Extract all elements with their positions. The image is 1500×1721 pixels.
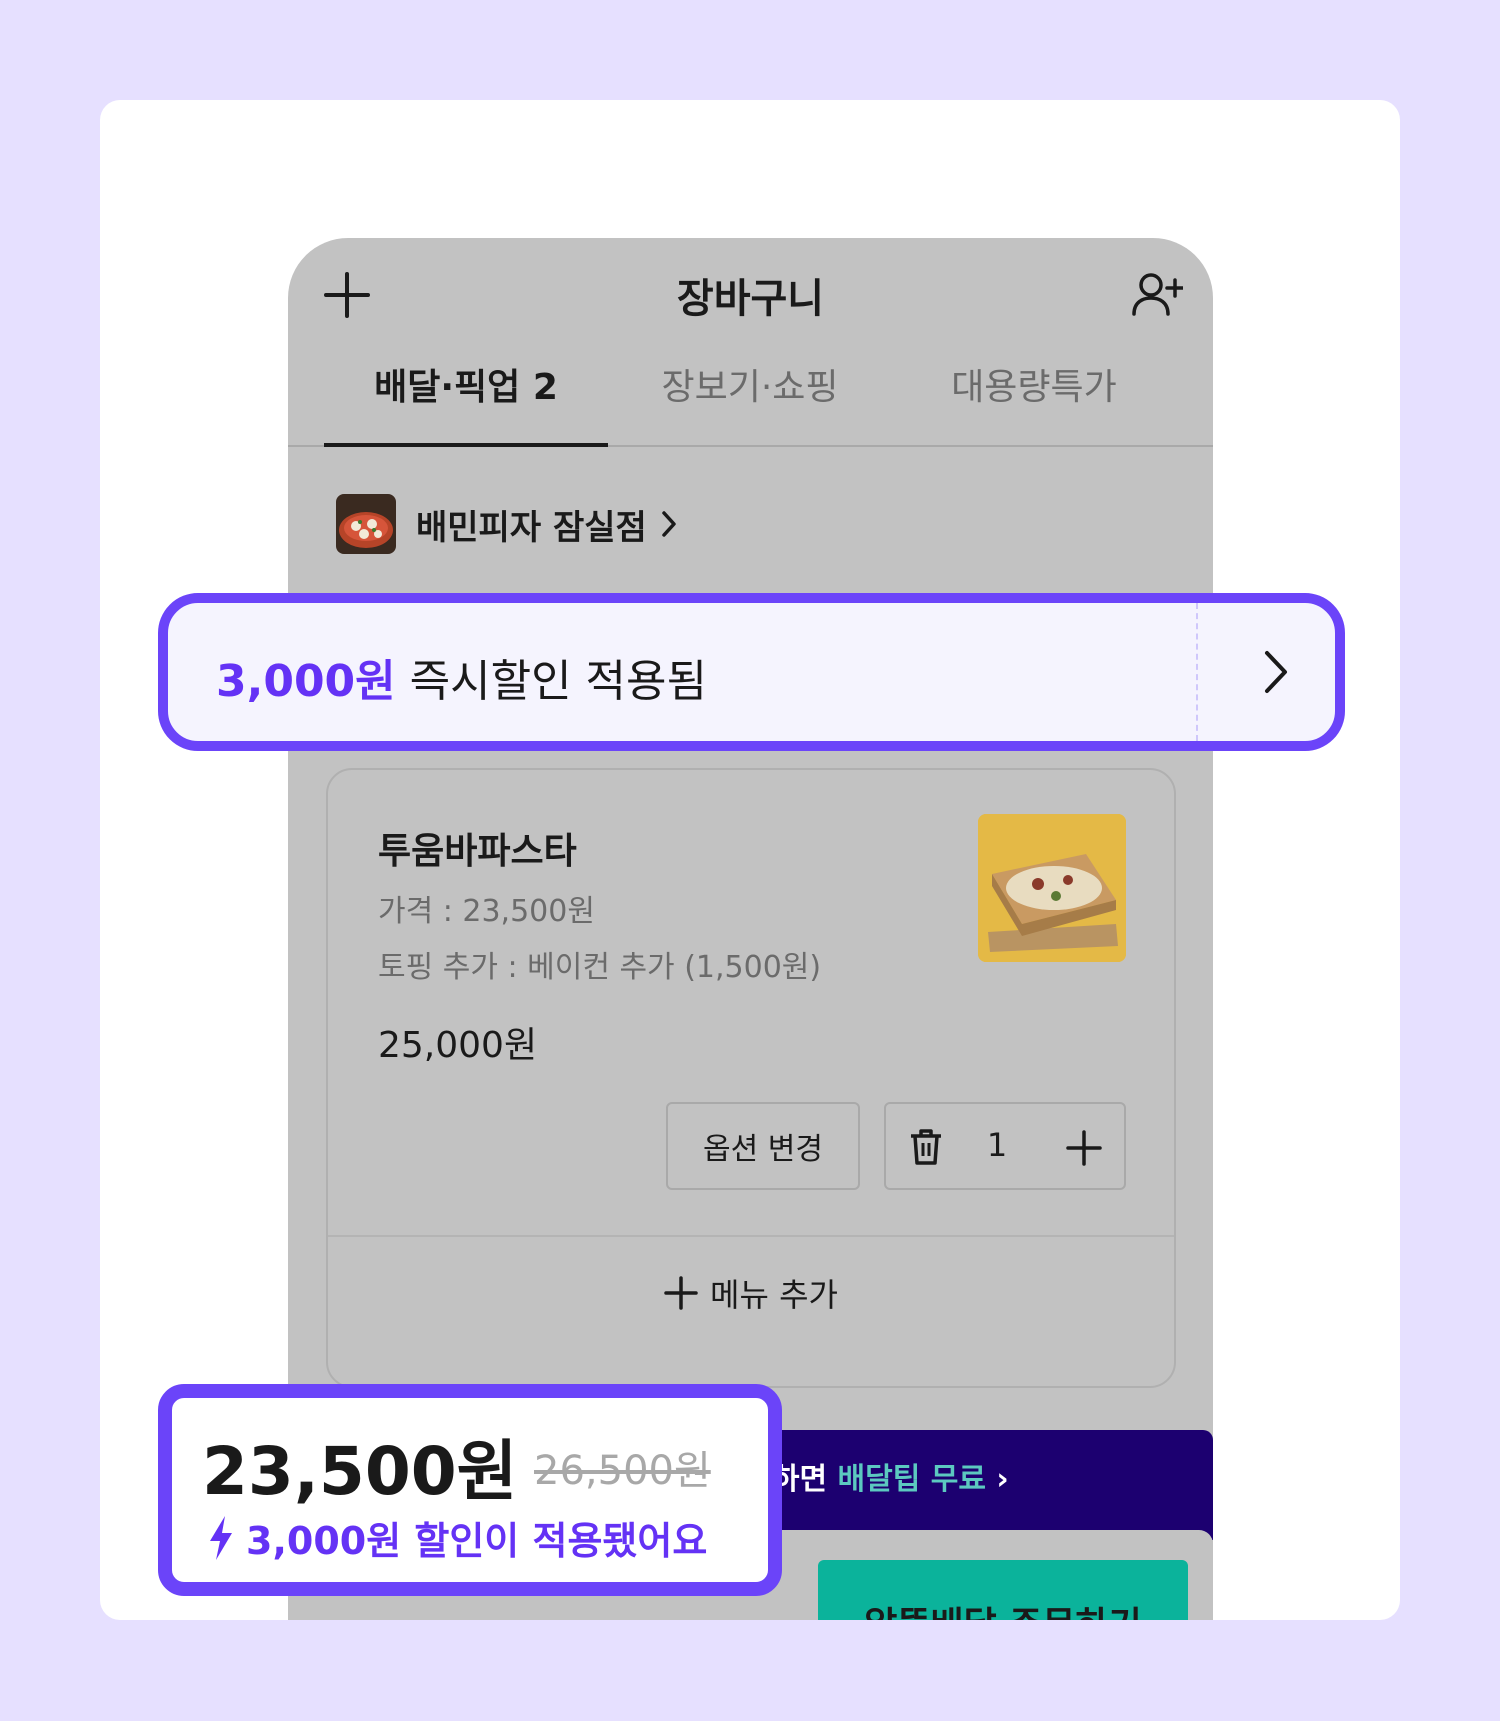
cart-item-card: 투움바파스타 가격 : 23,500원 토핑 추가 : 베이컨 추가 (1,50… [326, 768, 1176, 1388]
plus-icon[interactable] [1066, 1130, 1102, 1166]
discounted-price: 23,500원 [202, 1433, 518, 1510]
store-link[interactable]: 배민피자 잠실점 [336, 494, 679, 554]
item-total-price: 25,000원 [378, 1025, 538, 1066]
pizza-thumbnail [336, 494, 396, 554]
cart-tabs: 배달·픽업 2 장보기·쇼핑 대용량특가 [288, 358, 1213, 447]
divider [328, 1235, 1174, 1237]
item-name: 투움바파스타 [378, 831, 577, 872]
item-base-price: 가격 : 23,500원 [378, 894, 595, 929]
store-name: 배민피자 잠실점 [416, 507, 647, 548]
price-summary: 23,500원 26,500원 3,000원 할인이 적용됐어요 [158, 1384, 782, 1596]
chevron-right-icon [662, 511, 676, 537]
change-option-button[interactable]: 옵션 변경 [666, 1102, 860, 1190]
active-tab-indicator [324, 443, 608, 447]
discount-applied-note: 3,000원 할인이 적용됐어요 [208, 1510, 707, 1565]
tab-grocery-shopping[interactable]: 장보기·쇼핑 [608, 358, 892, 418]
bolt-icon [210, 1515, 232, 1560]
pasta-thumbnail [978, 814, 1126, 962]
instant-discount-banner[interactable]: 3,000원 즉시할인 적용됨 [158, 593, 1345, 751]
original-price: 26,500원 [534, 1448, 711, 1494]
plus-icon [664, 1276, 698, 1310]
quantity-stepper: 1 [884, 1102, 1126, 1190]
item-option: 토핑 추가 : 베이컨 추가 (1,500원) [378, 950, 822, 985]
quantity-value: 1 [986, 1126, 1008, 1164]
add-user-icon[interactable] [1131, 272, 1183, 318]
discount-amount: 3,000원 [216, 656, 396, 707]
tab-bulk-deals[interactable]: 대용량특가 [892, 358, 1176, 418]
divider [1196, 603, 1198, 741]
chevron-right-icon [1265, 651, 1287, 693]
instant-discount-text: 3,000원 즉시할인 적용됨 [216, 656, 707, 707]
club-promo-highlight: 배달팁 무료 [837, 1462, 986, 1497]
add-menu-button[interactable]: 메뉴 추가 [328, 1270, 1174, 1316]
trash-icon[interactable] [908, 1128, 944, 1166]
order-button[interactable]: 알뜰배달 주문하기 [818, 1560, 1188, 1620]
add-menu-label: 메뉴 추가 [710, 1276, 838, 1314]
page-title: 장바구니 [676, 276, 825, 322]
tab-delivery-pickup[interactable]: 배달·픽업 2 [324, 358, 608, 418]
